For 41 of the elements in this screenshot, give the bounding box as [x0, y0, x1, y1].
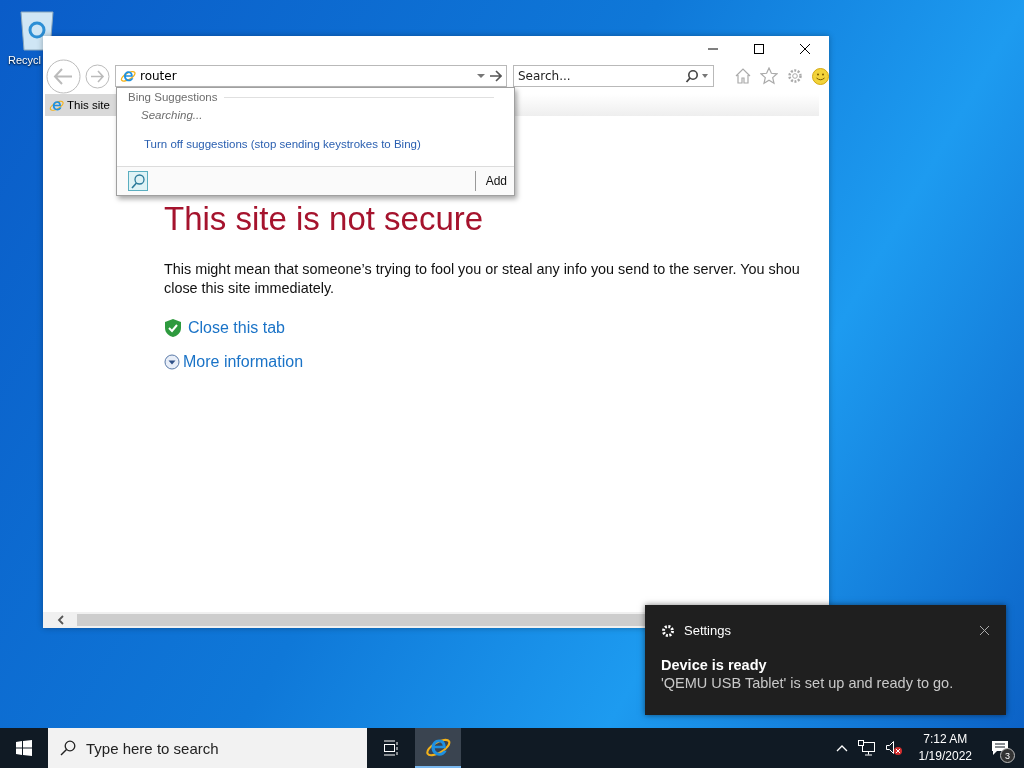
desktop-icon-label: Recycl	[8, 54, 41, 66]
taskbar-app-button[interactable]	[415, 728, 461, 768]
add-button[interactable]: Add	[474, 171, 507, 191]
turn-off-suggestions-link[interactable]: Turn off suggestions (stop sending keystrokes to Bing)	[144, 138, 421, 150]
page-link[interactable]: More information	[183, 353, 304, 371]
network-icon[interactable]	[857, 740, 875, 756]
action-center-button[interactable]: 3	[988, 736, 1012, 760]
maximize-icon[interactable]	[753, 43, 765, 55]
warning-text: close this site immediately.	[164, 279, 336, 298]
status-text: Searching...	[141, 109, 203, 121]
star-icon[interactable]	[760, 67, 778, 85]
expand-icon	[164, 354, 180, 370]
shield-icon	[164, 318, 182, 338]
clock-date[interactable]: 1/19/2022	[918, 748, 972, 765]
search-button[interactable]	[128, 171, 148, 191]
scroll-left-icon[interactable]	[56, 615, 64, 625]
dropdown-icon[interactable]	[477, 73, 485, 79]
search-field[interactable]: Search...	[513, 65, 714, 87]
task-view-icon[interactable]	[383, 740, 399, 756]
chevron-up-icon[interactable]	[835, 744, 848, 752]
go-arrow-icon[interactable]	[489, 70, 502, 82]
page-link[interactable]: Close this tab	[188, 319, 285, 337]
browser-logo-icon	[120, 68, 136, 84]
warning-text: This might mean that someone’s trying to fool you or steal any info you send to the server. You shou	[164, 260, 801, 279]
smiley-icon[interactable]	[812, 67, 829, 85]
settings-icon	[661, 623, 675, 638]
clock-time[interactable]: 7:12 AM	[923, 731, 968, 748]
notification-count: 3	[1000, 748, 1015, 763]
close-icon[interactable]	[799, 43, 811, 55]
page-heading: This site is not secure	[164, 200, 485, 238]
search-icon[interactable]	[685, 69, 709, 83]
muted-speaker-icon[interactable]	[884, 740, 903, 756]
notification-title: Device is ready	[661, 657, 768, 673]
taskbar-search-field[interactable]: Type here to search	[48, 728, 367, 768]
search-icon	[130, 173, 146, 189]
notification-body: 'QEMU USB Tablet' is set up and ready to go.	[661, 675, 955, 691]
close-icon[interactable]	[979, 625, 990, 636]
app-name: Settings	[684, 623, 732, 638]
address-field[interactable]: router	[115, 65, 507, 87]
windows-start-icon[interactable]	[16, 740, 32, 756]
search-icon	[60, 740, 76, 756]
